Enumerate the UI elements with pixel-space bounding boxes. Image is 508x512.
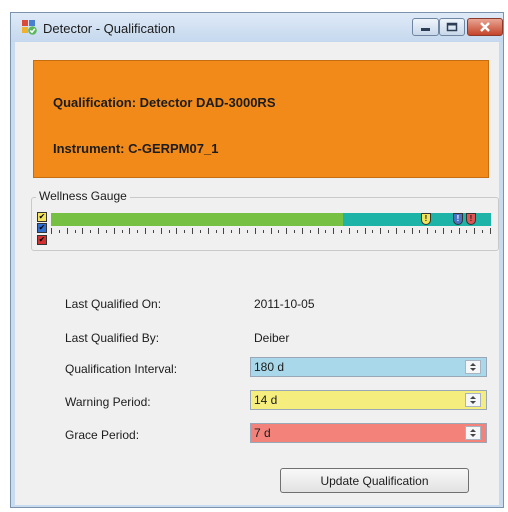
ruler-tick [333, 228, 334, 234]
ruler-tick [82, 228, 83, 234]
maximize-icon [446, 22, 458, 32]
ruler-tick [67, 228, 68, 234]
last-qualified-by-label: Last Qualified By: [65, 331, 160, 345]
maximize-button[interactable] [439, 18, 465, 36]
ruler-tick [412, 228, 413, 234]
ruler-tick [231, 230, 232, 233]
yellow-check-icon: ✔ [37, 212, 47, 222]
ruler-tick [341, 230, 342, 233]
blue-check-icon: ✔ [37, 223, 47, 233]
ruler-tick [325, 230, 326, 233]
grace-period-stepper[interactable] [250, 423, 487, 443]
ruler-tick [137, 230, 138, 233]
qualification-interval-input[interactable] [251, 358, 459, 376]
warning-period-label: Warning Period: [65, 395, 151, 409]
ruler-tick [466, 230, 467, 233]
ruler-tick [286, 228, 287, 234]
ruler-tick [490, 228, 491, 234]
ruler-tick [443, 228, 444, 234]
ruler-tick [310, 230, 311, 233]
ruler-tick [106, 230, 107, 233]
ruler-tick [435, 230, 436, 233]
ruler-tick [129, 228, 130, 234]
ruler-tick [98, 228, 99, 234]
title-bar[interactable]: Detector - Qualification [11, 13, 503, 42]
ruler-tick [161, 228, 162, 234]
ruler-tick [482, 230, 483, 233]
ruler-tick [75, 230, 76, 233]
qualification-interval-spin-button[interactable] [465, 360, 481, 374]
ruler-tick [223, 228, 224, 234]
gauge-ok-segment [51, 213, 343, 226]
qualification-interval-stepper[interactable] [250, 357, 487, 377]
ruler-tick [90, 230, 91, 233]
ruler-tick [176, 228, 177, 234]
gauge-ruler [51, 228, 491, 236]
ruler-tick [263, 230, 264, 233]
last-qualified-on-label: Last Qualified On: [65, 297, 162, 311]
warning-marker-icon: ! [421, 213, 431, 225]
minimize-button[interactable] [412, 18, 439, 36]
ruler-tick [192, 228, 193, 234]
wellness-gauge-label: Wellness Gauge [36, 189, 130, 203]
update-qualification-button[interactable]: Update Qualification [280, 468, 469, 493]
ruler-tick [372, 230, 373, 233]
ruler-tick [145, 228, 146, 234]
ruler-tick [349, 228, 350, 234]
close-icon [480, 22, 490, 32]
ruler-tick [255, 228, 256, 234]
ruler-tick [122, 230, 123, 233]
ruler-tick [114, 228, 115, 234]
close-button[interactable] [467, 18, 503, 36]
ruler-tick [278, 230, 279, 233]
grace-period-input[interactable] [251, 424, 459, 442]
ruler-tick [318, 228, 319, 234]
ruler-tick [59, 230, 60, 233]
ruler-tick [153, 230, 154, 233]
ruler-tick [208, 228, 209, 234]
warning-period-stepper[interactable] [250, 390, 487, 410]
ruler-tick [357, 230, 358, 233]
grace-period-spin-button[interactable] [465, 426, 481, 440]
error-marker-icon: ! [466, 213, 476, 225]
ruler-tick [216, 230, 217, 233]
qualification-name: Qualification: Detector DAD-3000RS [53, 95, 276, 110]
ruler-tick [419, 230, 420, 233]
ruler-tick [200, 230, 201, 233]
qualification-interval-label: Qualification Interval: [65, 362, 178, 376]
red-check-icon: ✔ [37, 235, 47, 245]
ruler-tick [388, 230, 389, 233]
ruler-tick [365, 228, 366, 234]
dialog-client-area: Qualification: Detector DAD-3000RS Instr… [15, 42, 499, 505]
ruler-tick [239, 228, 240, 234]
ruler-tick [474, 228, 475, 234]
info-marker-icon: ! [453, 213, 463, 225]
qualification-banner: Qualification: Detector DAD-3000RS Instr… [33, 60, 489, 178]
last-qualified-by-value: Deiber [254, 331, 290, 345]
ruler-tick [404, 230, 405, 233]
grace-period-label: Grace Period: [65, 428, 140, 442]
ruler-tick [184, 230, 185, 233]
ruler-tick [169, 230, 170, 233]
ruler-tick [451, 230, 452, 233]
ruler-tick [459, 228, 460, 234]
ruler-tick [396, 228, 397, 234]
ruler-tick [51, 228, 52, 234]
ruler-tick [271, 228, 272, 234]
window-title: Detector - Qualification [43, 21, 176, 36]
warning-period-input[interactable] [251, 391, 459, 409]
last-qualified-on-value: 2011-10-05 [254, 297, 315, 311]
ruler-tick [294, 230, 295, 233]
instrument-name: Instrument: C-GERPM07_1 [53, 141, 219, 156]
ruler-tick [302, 228, 303, 234]
ruler-tick [247, 230, 248, 233]
ruler-tick [380, 228, 381, 234]
warning-period-spin-button[interactable] [465, 393, 481, 407]
minimize-icon [421, 28, 430, 31]
ruler-tick [427, 228, 428, 234]
qualification-window: Detector - Qualification Qualification: … [10, 12, 504, 508]
app-icon [22, 20, 37, 35]
